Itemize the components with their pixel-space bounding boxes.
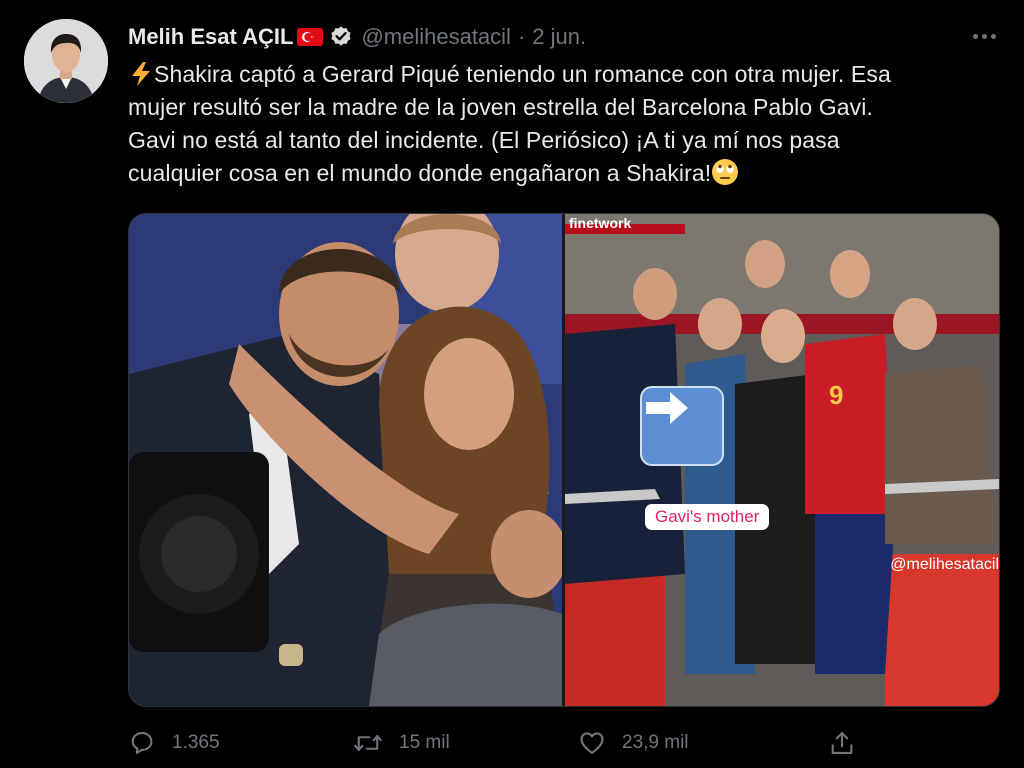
verified-badge-icon [329, 25, 353, 49]
photo-watermark: @melihesatacil [890, 556, 999, 573]
reply-icon [131, 732, 153, 755]
tweet-text-line-3: Gavi no está al tanto del incidente. (El… [128, 127, 840, 153]
tweet-text: Shakira captó a Gerard Piqué teniendo un… [128, 58, 1008, 190]
header-separator: · [517, 24, 526, 49]
right-arrow-icon [640, 386, 724, 466]
tweet-text-line-1-text: Shakira captó a Gerard Piqué teniendo un… [154, 61, 891, 87]
like-button[interactable]: 23,9 mil [578, 726, 689, 760]
retweet-button[interactable]: 15 mil [353, 726, 450, 760]
tweet-date[interactable]: 2 jun. [532, 24, 586, 50]
photo-pique-shakira[interactable] [129, 214, 562, 706]
reply-button[interactable]: 1.365 [128, 726, 220, 760]
retweet-count: 15 mil [399, 732, 450, 753]
gavis-mother-sticker: Gavi's mother [645, 504, 770, 530]
user-handle[interactable]: @melihesatacil [361, 24, 511, 50]
tweet[interactable]: Melih Esat AÇIL @melihesatacil · 2 jun. … [0, 0, 1024, 768]
photo-gavi-family[interactable]: finetwork 9 Gavi's mother @melihesatacil [565, 214, 999, 706]
retweet-icon [354, 735, 382, 751]
share-button[interactable] [828, 726, 856, 760]
tweet-text-line-1: Shakira captó a Gerard Piqué teniendo un… [128, 58, 1008, 91]
tweet-header: Melih Esat AÇIL @melihesatacil · 2 jun. [128, 22, 586, 52]
finetwork-banner: finetwork [569, 215, 631, 231]
heart-icon [580, 732, 604, 754]
like-count: 23,9 mil [622, 732, 689, 753]
jersey-number: 9 [829, 380, 843, 410]
face-with-rolling-eyes-emoji-icon [712, 159, 739, 185]
reply-count: 1.365 [172, 732, 220, 753]
tweet-text-line-2: mujer resultó ser la madre de la joven e… [128, 94, 873, 120]
tweet-text-line-4: cualquier cosa en el mundo donde engañar… [128, 157, 1008, 190]
share-icon [831, 732, 853, 754]
turkey-flag-icon [297, 28, 324, 46]
tweet-media[interactable]: finetwork 9 Gavi's mother @melihesatacil [128, 213, 1000, 707]
tweet-actions: 1.365 15 mil 23,9 mil [128, 726, 868, 760]
more-options-icon[interactable] [964, 24, 1004, 48]
tweet-text-line-4-text: cualquier cosa en el mundo donde engañar… [128, 160, 712, 186]
avatar[interactable] [24, 19, 108, 103]
display-name[interactable]: Melih Esat AÇIL [128, 24, 293, 50]
high-voltage-emoji-icon [132, 62, 150, 86]
